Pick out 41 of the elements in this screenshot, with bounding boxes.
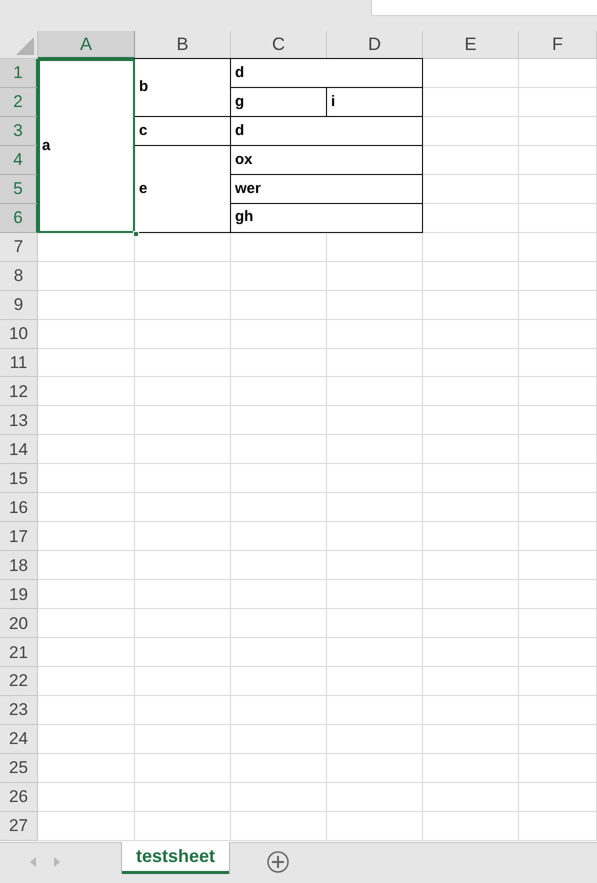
row-header[interactable]: 5 [0, 174, 38, 204]
row-header[interactable]: 4 [0, 146, 38, 175]
row-header[interactable]: 27 [0, 812, 38, 841]
row-header[interactable]: 21 [0, 638, 38, 668]
row-header[interactable]: 23 [0, 696, 38, 725]
add-sheet-icon[interactable] [267, 851, 290, 873]
column-header[interactable]: F [519, 31, 597, 59]
row-header[interactable]: 17 [0, 522, 38, 552]
row-header[interactable]: 19 [0, 580, 38, 610]
row-header[interactable]: 18 [0, 551, 38, 580]
row-header[interactable]: 13 [0, 406, 38, 436]
row-header[interactable]: 10 [0, 320, 38, 349]
row-header[interactable]: 7 [0, 232, 38, 262]
row-header[interactable]: 16 [0, 493, 38, 522]
column-header[interactable]: D [327, 31, 423, 59]
scroll-left-icon[interactable] [30, 857, 36, 867]
row-header[interactable]: 22 [0, 667, 38, 696]
row-header[interactable]: 6 [0, 204, 38, 233]
sheet-tab[interactable]: testsheet [122, 842, 230, 874]
column-header[interactable]: C [231, 31, 327, 59]
row-header[interactable]: 12 [0, 377, 38, 406]
row-header[interactable]: 25 [0, 754, 38, 783]
row-header[interactable]: 2 [0, 88, 38, 117]
row-header[interactable]: 9 [0, 290, 38, 320]
column-header[interactable]: E [423, 31, 519, 59]
row-header[interactable]: 14 [0, 435, 38, 464]
row-header[interactable]: 20 [0, 609, 38, 638]
row-header[interactable]: 15 [0, 464, 38, 494]
row-header[interactable]: 24 [0, 724, 38, 754]
column-header[interactable]: A [38, 31, 135, 59]
row-header[interactable]: 11 [0, 348, 38, 378]
column-header[interactable]: B [135, 31, 231, 59]
row-header[interactable]: 3 [0, 116, 38, 146]
select-all-icon[interactable] [16, 37, 34, 55]
row-header[interactable]: 8 [0, 262, 38, 291]
row-header[interactable]: 1 [0, 59, 38, 88]
table-cell[interactable]: gh [230, 202, 423, 233]
table-cell[interactable]: d [230, 58, 423, 88]
formula-bar-field[interactable] [371, 0, 597, 16]
scroll-right-icon[interactable] [54, 857, 60, 867]
row-header[interactable]: 26 [0, 782, 38, 812]
